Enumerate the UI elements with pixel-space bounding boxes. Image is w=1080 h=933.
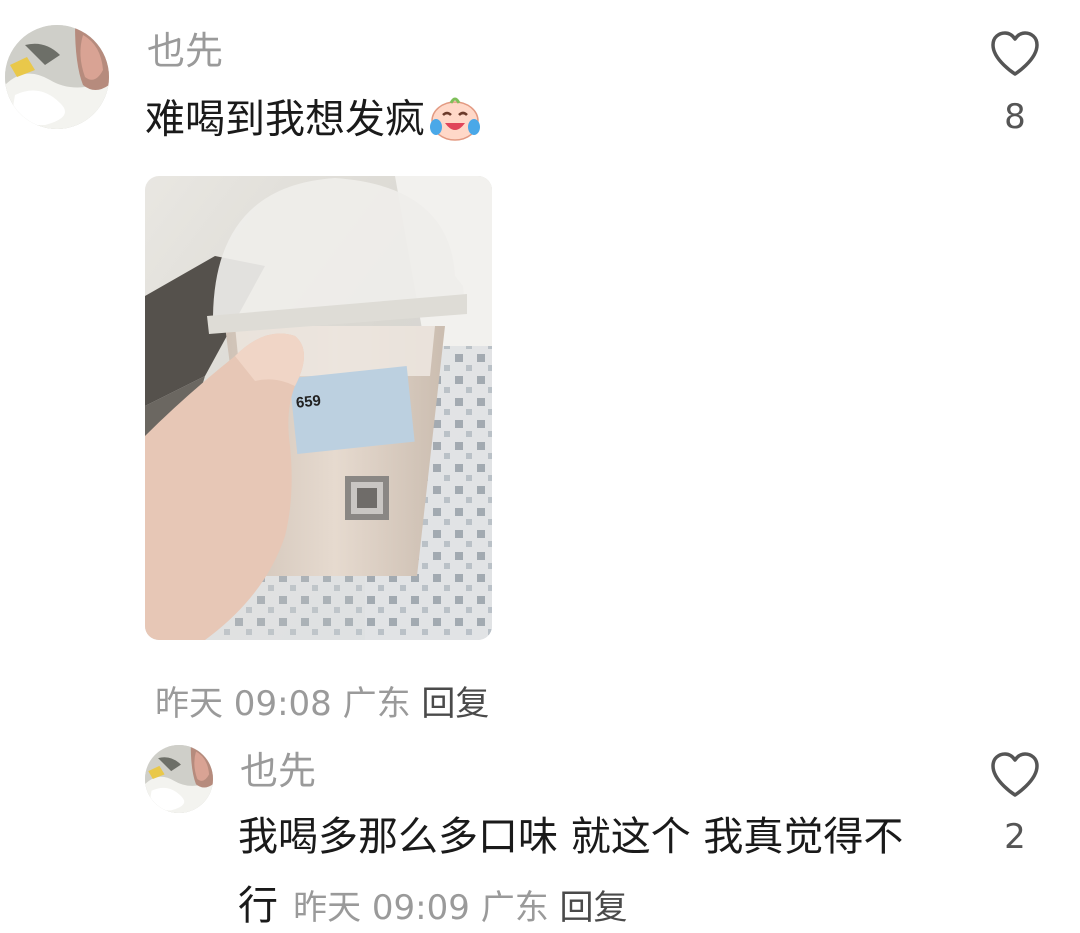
avatar[interactable]: [145, 745, 213, 813]
comment-image[interactable]: 659: [145, 176, 492, 640]
username[interactable]: 也先: [147, 32, 223, 70]
comment-text: 难喝到我想发疯: [145, 95, 481, 148]
comment-text-continuation: 行: [238, 883, 278, 929]
comment-meta: 昨天 09:08 广东 回复: [155, 676, 489, 725]
timestamp: 昨天 09:09: [293, 888, 470, 928]
crying-laughing-emoji-icon: [429, 95, 481, 148]
timestamp: 昨天 09:08: [155, 684, 332, 724]
comment-text: 我喝多那么多口味 就这个 我真觉得不: [238, 814, 904, 860]
milk-tea-photo: 659: [145, 176, 492, 640]
comment-body: 难喝到我想发疯: [145, 96, 425, 143]
avatar-image: [145, 745, 213, 813]
comment-text-line2: 行 昨天 09:09 广东 回复: [238, 880, 628, 929]
heart-outline-icon[interactable]: [990, 751, 1040, 803]
avatar-image: [5, 25, 109, 129]
comment-meta: 昨天 09:09 广东 回复: [293, 888, 627, 928]
avatar[interactable]: [5, 25, 109, 129]
heart-outline-icon[interactable]: [990, 30, 1040, 82]
like-count: 2: [1004, 817, 1026, 857]
location: 广东: [342, 684, 411, 724]
reply-button[interactable]: 回复: [421, 684, 489, 724]
location: 广东: [480, 888, 549, 928]
comment-thread: 也先 难喝到我想发疯 8 659 昨天 09:08 广东 回复 也先 我喝多那么…: [0, 0, 1080, 933]
cup-label-number: 659: [295, 392, 322, 412]
username[interactable]: 也先: [240, 752, 316, 790]
reply-button[interactable]: 回复: [560, 888, 628, 928]
like-count: 8: [1004, 97, 1026, 137]
